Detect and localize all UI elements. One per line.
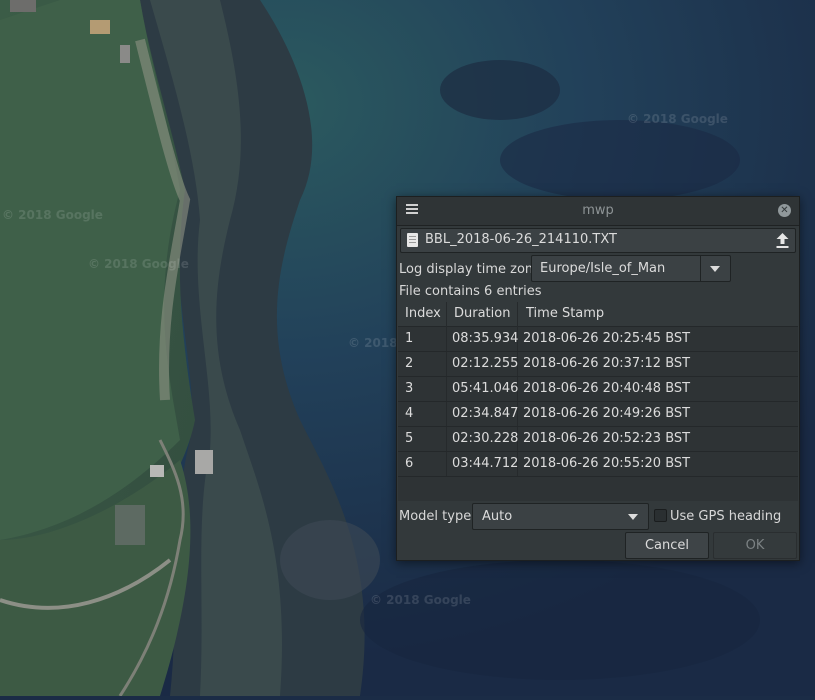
timezone-value: Europe/Isle_of_Man xyxy=(540,261,666,276)
map-watermark: © 2018 Google xyxy=(2,208,103,222)
entries-count-text: File contains 6 entries xyxy=(399,284,542,299)
header-timestamp[interactable]: Time Stamp xyxy=(526,306,604,321)
model-type-combo[interactable]: Auto xyxy=(472,503,649,530)
ok-button[interactable]: OK xyxy=(713,532,797,559)
cell-index: 2 xyxy=(405,356,414,371)
log-entries-table: Index Duration Time Stamp 1 08:35.934 20… xyxy=(398,302,798,501)
model-type-label: Model type: xyxy=(399,509,476,524)
use-gps-heading-checkbox[interactable] xyxy=(654,509,667,522)
cell-duration: 05:41.046 xyxy=(452,381,519,396)
table-row[interactable]: 4 02:34.847 2018-06-26 20:49:26 BST xyxy=(398,402,798,427)
timezone-combo[interactable]: Europe/Isle_of_Man xyxy=(531,255,731,282)
table-row[interactable]: 2 02:12.255 2018-06-26 20:37:12 BST xyxy=(398,352,798,377)
cell-timestamp: 2018-06-26 20:52:23 BST xyxy=(523,431,691,446)
map-watermark: © 2018 Google xyxy=(370,593,471,607)
cell-duration: 02:30.228 xyxy=(452,431,519,446)
table-header: Index Duration Time Stamp xyxy=(398,302,798,327)
map-watermark: © 2018 Google xyxy=(627,112,728,126)
cell-index: 1 xyxy=(405,331,414,346)
table-row[interactable]: 5 02:30.228 2018-06-26 20:52:23 BST xyxy=(398,427,798,452)
table-row[interactable]: 6 03:44.712 2018-06-26 20:55:20 BST xyxy=(398,452,798,477)
timezone-label: Log display time zone xyxy=(399,262,542,277)
file-chooser-button[interactable]: BBL_2018-06-26_214110.TXT xyxy=(400,228,796,253)
cell-timestamp: 2018-06-26 20:25:45 BST xyxy=(523,331,691,346)
log-replay-dialog: mwp ✕ BBL_2018-06-26_214110.TXT Log disp… xyxy=(396,196,800,561)
cell-timestamp: 2018-06-26 20:40:48 BST xyxy=(523,381,691,396)
cell-duration: 02:34.847 xyxy=(452,406,519,421)
use-gps-heading-label[interactable]: Use GPS heading xyxy=(670,509,781,524)
cell-duration: 08:35.934 xyxy=(452,331,519,346)
chevron-down-icon[interactable] xyxy=(628,514,638,520)
header-index[interactable]: Index xyxy=(405,306,441,321)
cell-timestamp: 2018-06-26 20:37:12 BST xyxy=(523,356,691,371)
cell-index: 4 xyxy=(405,406,414,421)
document-icon xyxy=(407,233,418,247)
upload-icon[interactable] xyxy=(776,233,789,248)
cell-index: 5 xyxy=(405,431,414,446)
cell-duration: 02:12.255 xyxy=(452,356,519,371)
model-type-value: Auto xyxy=(482,509,513,524)
cancel-button[interactable]: Cancel xyxy=(625,532,709,559)
cell-timestamp: 2018-06-26 20:55:20 BST xyxy=(523,456,691,471)
table-row[interactable]: 1 08:35.934 2018-06-26 20:25:45 BST xyxy=(398,327,798,352)
close-icon[interactable]: ✕ xyxy=(778,204,791,217)
combo-separator xyxy=(700,256,701,281)
cell-index: 6 xyxy=(405,456,414,471)
cell-index: 3 xyxy=(405,381,414,396)
map-watermark: © 2018 Google xyxy=(88,257,189,271)
window-title: mwp xyxy=(582,203,614,218)
cell-duration: 03:44.712 xyxy=(452,456,519,471)
file-name: BBL_2018-06-26_214110.TXT xyxy=(425,232,617,247)
table-row[interactable]: 3 05:41.046 2018-06-26 20:40:48 BST xyxy=(398,377,798,402)
cell-timestamp: 2018-06-26 20:49:26 BST xyxy=(523,406,691,421)
dialog-titlebar[interactable]: mwp ✕ xyxy=(397,197,799,226)
header-duration[interactable]: Duration xyxy=(454,306,510,321)
chevron-down-icon[interactable] xyxy=(710,266,720,272)
